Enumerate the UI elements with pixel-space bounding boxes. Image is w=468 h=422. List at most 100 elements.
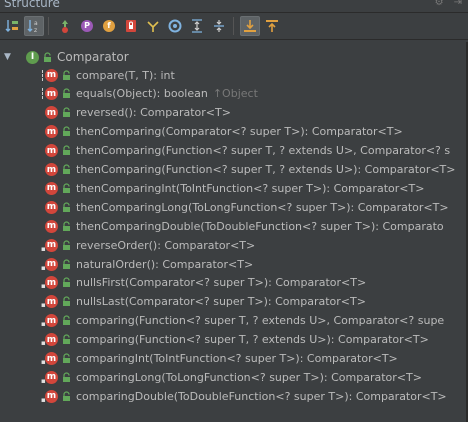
tree-method-row[interactable]: m ▪ comparingLong(ToLongFunction<? super T… — [41, 368, 422, 386]
tree-method-row[interactable]: m ▪ nullsLast(Comparator<? super T>): Comp… — [41, 293, 366, 311]
panel-title: Structure — [4, 0, 60, 10]
method-signature: thenComparingDouble(ToDoubleFunction<? s… — [76, 219, 444, 233]
inherited-from-label: ↑Object — [212, 87, 258, 101]
sort-alphabetically-icon: a z — [27, 20, 38, 34]
tree-method-row[interactable]: m thenComparing(Function<? super T, ? ext… — [45, 161, 456, 179]
expand-all-button[interactable] — [187, 16, 207, 36]
tree-method-row[interactable]: m thenComparingInt(ToIntFunction<? super … — [45, 179, 424, 197]
show-non-public-button[interactable] — [121, 16, 141, 36]
method-icon: m — [45, 106, 58, 120]
method-signature: compare(T, T): int — [76, 68, 175, 82]
public-lock-icon — [63, 315, 70, 326]
method-signature: nullsFirst(Comparator<? super T>): Compa… — [76, 276, 367, 290]
method-signature: thenComparingInt(ToIntFunction<? super T… — [76, 181, 425, 195]
method-icon: m — [45, 125, 58, 139]
expand-arrow-icon[interactable]: ▼ — [4, 52, 16, 62]
show-anonymous-icon — [168, 19, 182, 33]
public-lock-icon — [63, 202, 70, 212]
show-inherited-icon — [62, 20, 68, 33]
method-icon: m — [45, 163, 58, 176]
tree-method-row[interactable]: m ▪ naturalOrder(): Comparator<T> — [41, 255, 253, 273]
tree-method-row[interactable]: m thenComparingDouble(ToDoubleFunction<? … — [45, 217, 444, 235]
method-signature: thenComparing(Comparator<? super T>): Co… — [76, 125, 403, 139]
tree-method-row[interactable]: m ▪ comparing(Function<? super T, ? extend… — [41, 331, 429, 349]
tree-method-row[interactable]: m ▪ comparingInt(ToIntFunction<? super T>)… — [41, 350, 398, 368]
public-lock-icon — [63, 258, 70, 269]
autoscroll-to-source-icon — [244, 20, 256, 32]
public-lock-icon — [63, 240, 70, 250]
structure-tree: ▼ I Comparator m compare(T, T): int m equal… — [0, 42, 468, 422]
static-marker-icon: ▪ — [41, 282, 46, 291]
interface-icon: I — [26, 50, 39, 64]
tree-method-row[interactable]: m thenComparing(Comparator<? super T>): C… — [45, 123, 403, 141]
show-lambdas-button[interactable] — [143, 16, 163, 36]
public-lock-icon — [44, 51, 51, 62]
public-lock-icon — [63, 126, 70, 137]
public-lock-icon — [63, 107, 70, 118]
static-marker-icon: ▪ — [41, 395, 46, 404]
method-signature: comparingLong(ToLongFunction<? super T>)… — [76, 370, 422, 384]
tree-method-row[interactable]: m thenComparing(Function<? super T, ? ext… — [45, 142, 450, 160]
settings-icon[interactable]: ⚙ — [435, 0, 444, 8]
method-signature: nullsLast(Comparator<? super T>): Compar… — [76, 295, 366, 309]
show-properties-button[interactable]: P — [77, 16, 97, 36]
method-icon: m ▪ — [41, 389, 58, 404]
public-lock-icon — [63, 145, 70, 156]
toolbar-separator — [233, 17, 234, 35]
public-lock-icon — [63, 391, 70, 401]
method-icon: m ▪ — [41, 333, 58, 348]
autoscroll-from-source-icon — [266, 20, 278, 32]
public-lock-icon — [63, 296, 70, 307]
static-marker-icon: ▪ — [41, 301, 46, 310]
method-signature: thenComparing(Function<? super T, ? exte… — [76, 144, 451, 158]
collapse-all-button[interactable] — [209, 16, 229, 36]
tree-method-row[interactable]: m ▪ comparing(Function<? super T, ? extend… — [41, 312, 445, 330]
method-signature: thenComparing(Function<? super T, ? exte… — [76, 163, 456, 176]
abstract-marker-icon — [42, 69, 47, 81]
hide-panel-icon[interactable]: ⇥ — [454, 0, 462, 8]
autoscroll-to-source-button[interactable] — [240, 16, 260, 36]
svg-text:a: a — [34, 20, 38, 27]
sort-by-visibility-icon — [5, 20, 18, 32]
structure-panel-titlebar: Structure ⚙ ⇥ — [0, 0, 468, 13]
public-lock-icon — [63, 183, 70, 193]
autoscroll-from-source-button[interactable] — [262, 16, 282, 36]
method-signature: comparingDouble(ToDoubleFunction<? super… — [76, 389, 447, 403]
show-inherited-button[interactable] — [55, 16, 75, 36]
method-icon: m — [45, 200, 58, 214]
method-icon: m ▪ — [41, 370, 58, 385]
public-lock-icon — [63, 221, 70, 231]
tree-method-row[interactable]: m ▪ reverseOrder(): Comparator<T> — [41, 236, 256, 254]
sort-by-visibility-button[interactable] — [2, 16, 22, 36]
show-lambdas-icon — [147, 21, 159, 32]
public-lock-icon — [63, 69, 70, 80]
show-anonymous-button[interactable] — [165, 16, 185, 36]
method-signature: reverseOrder(): Comparator<T> — [76, 238, 256, 252]
method-icon: m — [42, 68, 58, 82]
method-signature: comparing(Function<? super T, ? extends … — [76, 314, 445, 328]
static-marker-icon: ▪ — [41, 358, 46, 366]
public-lock-icon — [63, 334, 70, 345]
static-marker-icon: ▪ — [41, 339, 46, 348]
public-lock-icon — [63, 372, 70, 382]
abstract-marker-icon — [42, 88, 47, 100]
method-icon: m ▪ — [41, 276, 58, 291]
show-fields-icon: f — [103, 20, 115, 32]
tree-root-row[interactable]: ▼ I Comparator — [0, 48, 129, 66]
sort-alphabetically-button[interactable]: a z — [24, 16, 44, 36]
method-icon: m ▪ — [41, 352, 58, 366]
method-signature: thenComparingLong(ToLongFunction<? super… — [76, 200, 449, 214]
tree-method-row[interactable]: m ▪ nullsFirst(Comparator<? super T>): Com… — [41, 274, 367, 292]
method-icon: m ▪ — [41, 238, 58, 253]
static-marker-icon: ▪ — [41, 376, 46, 385]
method-signature: reversed(): Comparator<T> — [76, 106, 231, 120]
static-marker-icon: ▪ — [41, 244, 46, 253]
tree-method-row[interactable]: m thenComparingLong(ToLongFunction<? supe… — [45, 198, 449, 216]
public-lock-icon — [63, 353, 70, 363]
tree-method-row[interactable]: m equals(Object): boolean ↑Object — [42, 85, 258, 103]
method-icon: m — [45, 144, 58, 158]
show-fields-button[interactable]: f — [99, 16, 119, 36]
tree-method-row[interactable]: m compare(T, T): int — [42, 66, 175, 84]
tree-method-row[interactable]: m reversed(): Comparator<T> — [45, 104, 231, 122]
tree-method-row[interactable]: m ▪ comparingDouble(ToDoubleFunction<? sup… — [41, 387, 447, 405]
